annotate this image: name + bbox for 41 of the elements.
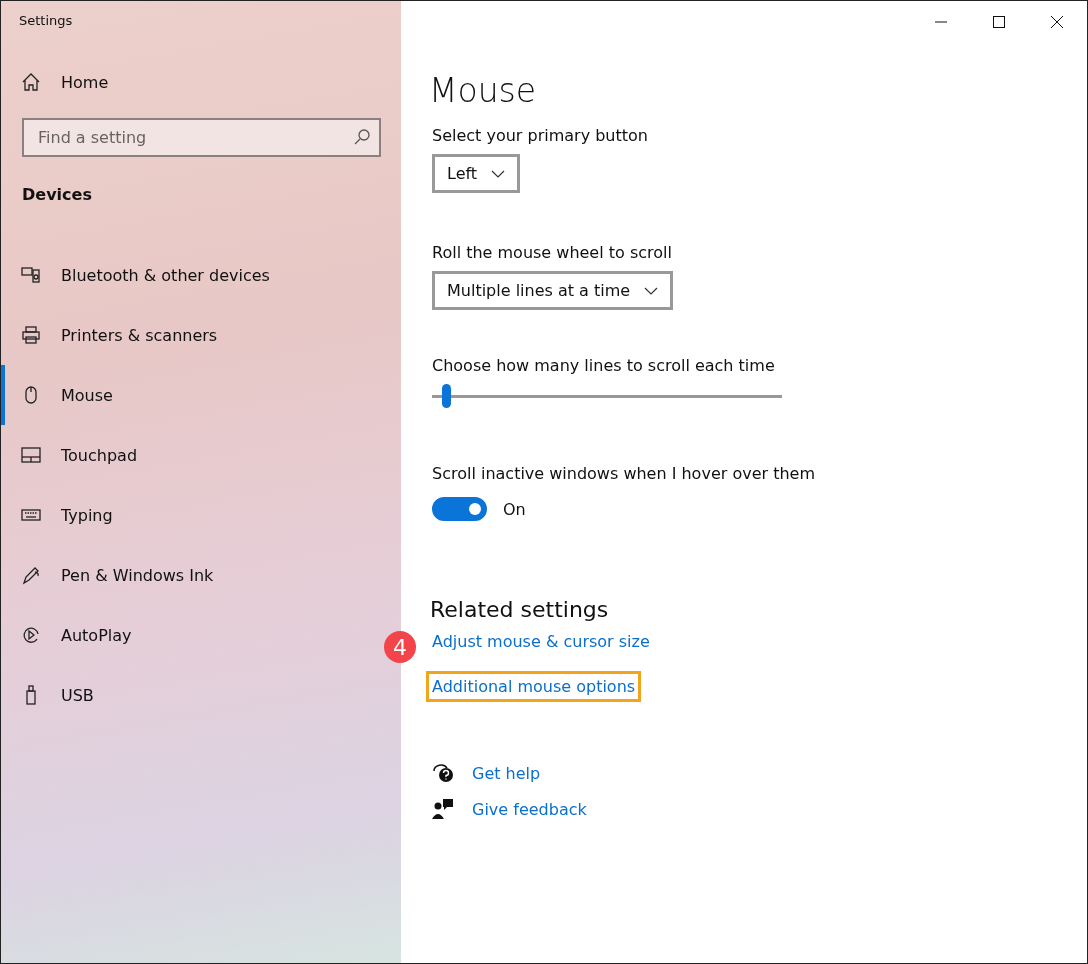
toggle-state-text: On — [503, 499, 526, 519]
settings-link[interactable]: Adjust mouse & cursor size — [426, 626, 656, 657]
nav-item[interactable]: Pen & Windows Ink — [1, 545, 224, 605]
home-nav-item[interactable]: Home — [21, 72, 401, 92]
chevron-down-icon — [491, 169, 506, 178]
dropdown[interactable]: Left — [432, 154, 521, 193]
help-chat-icon — [432, 762, 454, 784]
maximize-icon — [993, 16, 1005, 28]
step-number-badge: 4 — [384, 631, 416, 663]
nav-item[interactable]: USB — [1, 665, 104, 725]
search-icon — [353, 128, 371, 146]
keyboard-speaker-icon — [21, 265, 41, 285]
setting-label: Scroll inactive windows when I hover over them — [432, 464, 816, 483]
help-link[interactable]: Give feedback — [472, 799, 587, 819]
help-link[interactable]: Get help — [472, 763, 541, 783]
printer-icon — [21, 325, 41, 345]
autoplay-icon — [21, 625, 41, 645]
nav-item[interactable]: Printers & scanners — [1, 305, 228, 365]
page-title: Mouse — [429, 71, 538, 110]
home-icon — [21, 72, 41, 92]
pen-icon — [21, 565, 41, 585]
dropdown[interactable]: Multiple lines at a time — [432, 271, 674, 310]
toggle-switch[interactable] — [432, 497, 487, 521]
slider-thumb[interactable] — [441, 384, 451, 408]
nav-item[interactable]: Bluetooth & other devices — [1, 245, 280, 305]
section-heading: Related settings — [430, 597, 610, 622]
nav-item[interactable]: Typing — [1, 485, 123, 545]
search-field[interactable]: Find a setting — [22, 118, 381, 157]
chevron-down-icon — [644, 286, 659, 295]
section-heading: Devices — [22, 185, 93, 204]
setting-label: Select your primary button — [432, 126, 649, 145]
touchpad-icon — [21, 445, 41, 465]
close-icon — [1051, 16, 1063, 28]
settings-link[interactable]: Additional mouse options — [426, 671, 642, 702]
window-title: Settings — [18, 12, 74, 30]
nav-item[interactable]: Touchpad — [1, 425, 148, 485]
setting-label: Choose how many lines to scroll each time — [432, 356, 776, 375]
nav-item[interactable]: AutoPlay — [1, 605, 142, 665]
nav-item[interactable]: Mouse — [1, 365, 123, 425]
feedback-person-icon — [432, 798, 454, 820]
setting-label: Roll the mouse wheel to scroll — [432, 243, 673, 262]
